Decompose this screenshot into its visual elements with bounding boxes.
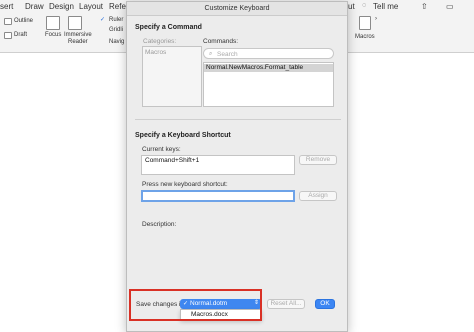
outline-view-icon[interactable] [4,18,12,25]
remove-button[interactable]: Remove [299,155,337,165]
focus-label[interactable]: Focus [45,32,61,38]
more-icon[interactable]: › [375,16,377,22]
menu-references[interactable]: Refe [109,2,126,11]
current-keys-label: Current keys: [142,146,181,153]
current-key-item[interactable]: Command+Shift+1 [145,157,199,164]
focus-icon[interactable] [46,16,60,30]
dialog-title: Customize Keyboard [127,2,347,16]
menu-insert[interactable]: sert [0,2,13,11]
draft-view-label[interactable]: Draft [14,32,27,38]
highlight-box [129,289,262,321]
new-shortcut-input[interactable] [141,190,295,202]
menu-draw[interactable]: Draw [25,2,44,11]
assign-button[interactable]: Assign [299,191,337,201]
immersive-label[interactable]: Immersive [64,32,92,38]
reader-label[interactable]: Reader [68,39,88,45]
reset-all-button[interactable]: Reset All... [267,299,305,309]
comment-icon[interactable]: ▭ [446,2,454,11]
draft-view-icon[interactable] [4,32,12,39]
ok-button[interactable]: OK [315,299,335,309]
navigation-label[interactable]: Navig [109,39,124,45]
immersive-reader-icon[interactable] [68,16,82,30]
macros-icon[interactable] [359,16,371,30]
macros-label[interactable]: Macros [355,34,375,40]
command-section-title: Specify a Command [135,24,202,31]
lightbulb-icon: ◌ [362,2,367,9]
commands-search[interactable]: ⌕ Search [203,48,334,59]
ruler-check-icon[interactable]: ✓ [100,16,105,23]
gridlines-label[interactable]: Gridli [109,27,123,33]
menu-overflow: ut [348,2,355,11]
current-keys-list[interactable]: Command+Shift+1 [141,155,295,175]
customize-keyboard-dialog: Customize Keyboard Specify a Command Cat… [126,1,348,332]
command-item-selected[interactable]: Normal.NewMacros.Format_table [204,64,333,72]
new-shortcut-label: Press new keyboard shortcut: [142,181,228,188]
share-icon[interactable]: ⇧ [421,2,428,11]
tell-me[interactable]: Tell me [373,2,398,11]
commands-list[interactable]: Normal.NewMacros.Format_table [203,62,334,107]
outline-view-label[interactable]: Outline [14,18,33,24]
menu-design[interactable]: Design [49,2,74,11]
ruler-label[interactable]: Ruler [109,17,123,23]
category-item[interactable]: Macros [145,49,166,56]
categories-label: Categories: [143,38,177,45]
search-icon: ⌕ [209,51,213,57]
search-placeholder: Search [217,51,238,58]
shortcut-section-title: Specify a Keyboard Shortcut [135,132,231,139]
menu-layout[interactable]: Layout [79,2,103,11]
commands-label: Commands: [203,38,239,45]
description-label: Description: [142,221,177,228]
categories-list[interactable]: Macros [142,46,202,107]
section-divider [135,119,341,120]
